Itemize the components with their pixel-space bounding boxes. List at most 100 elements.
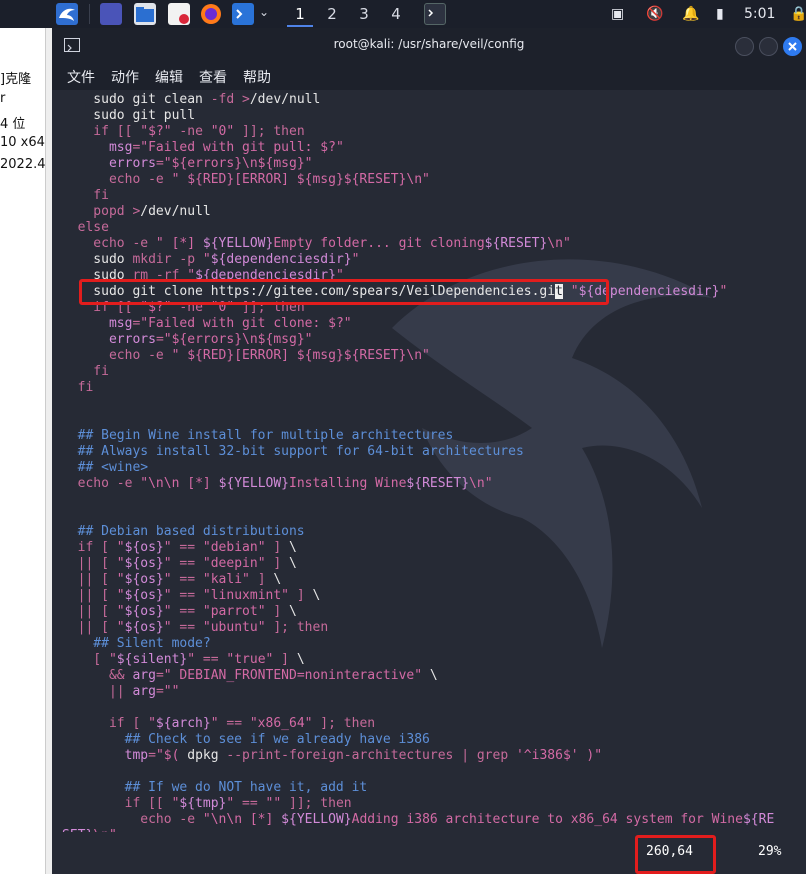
menu-file[interactable]: 文件 [67, 67, 95, 87]
code-token: --print-foreign-architectures | grep [226, 748, 516, 763]
code-token: " [108, 652, 117, 667]
lock-icon[interactable]: 🔒 [790, 3, 806, 25]
code-token: " [116, 572, 125, 587]
bell-icon[interactable]: 🔔 [682, 3, 699, 25]
code-token: == [218, 716, 250, 731]
code-line: echo -e "\n\n [*] ${YELLOW}Adding i386 a… [62, 812, 806, 828]
firefox-icon[interactable] [200, 3, 222, 25]
terminal-text-area[interactable]: sudo git clean -fd >/dev/null sudo git p… [62, 92, 806, 832]
code-line: fi [62, 188, 806, 204]
code-token: ## If we do NOT have it, add it [62, 780, 368, 795]
code-token: == [195, 652, 227, 667]
code-token: ] [249, 572, 274, 587]
left-text-line: r [0, 91, 6, 106]
code-token: || [ [62, 604, 117, 619]
terminal-launcher-icon[interactable] [232, 3, 254, 25]
workspace-2[interactable]: 2 [319, 3, 345, 25]
code-token: = [155, 668, 164, 683]
code-token: ${os} [124, 604, 164, 619]
code-token: " [163, 556, 172, 571]
code-token: " [210, 716, 219, 731]
code-token: if [ [62, 540, 117, 555]
desktop-icon[interactable] [100, 3, 122, 25]
chevron-down-icon[interactable]: ⌄ [259, 5, 269, 19]
code-token: " DEBIAN_FRONTEND=noninteractive" [163, 668, 423, 683]
cursor-position: 260,64 [646, 844, 693, 859]
terminal-window-task-icon[interactable] [424, 3, 446, 25]
code-token: msg [108, 316, 133, 331]
title-bar[interactable]: root@kali: /usr/share/veil/config [52, 28, 806, 62]
workspace-3[interactable]: 3 [351, 3, 377, 25]
code-token: "debian" [202, 540, 266, 555]
code-token: || [ [62, 556, 117, 571]
code-token: Adding i386 architecture to x86_64 syste… [351, 812, 743, 827]
code-line: || [ "${os}" == "ubuntu" ]; then [62, 620, 806, 636]
code-token: ${dependenciesdir} [210, 252, 352, 267]
code-token: ${RE [742, 812, 775, 827]
code-token: == [171, 588, 203, 603]
network-icon[interactable]: ▣ [611, 3, 624, 25]
code-token: "${errors}\n${msg}" [163, 156, 313, 171]
window-title: root@kali: /usr/share/veil/config [333, 37, 525, 51]
code-line: ## <wine> [62, 460, 806, 476]
menu-edit[interactable]: 编辑 [155, 67, 183, 87]
code-token: || [ [62, 572, 117, 587]
code-token: "kali" [202, 572, 250, 587]
code-token: ${RESET} [406, 476, 470, 491]
code-token: "ubuntu" [202, 620, 266, 635]
code-token: "linuxmint" [202, 588, 289, 603]
code-line: if [ "${os}" == "debian" ] \ [62, 540, 806, 556]
code-token: [ [62, 652, 109, 667]
mute-icon[interactable]: 🔇 [646, 3, 663, 25]
menu-view[interactable]: 查看 [199, 67, 227, 87]
code-line: echo -e " ${RED}[ERROR] ${msg}${RESET}\n… [62, 172, 806, 188]
clock[interactable]: 5:01 [744, 3, 775, 25]
code-line: if [[ "$?" -ne "0" ]]; then [62, 124, 806, 140]
code-token: == [171, 540, 203, 555]
code-token: echo -e [62, 476, 141, 491]
battery-icon[interactable]: ▮ [716, 3, 724, 25]
code-token: ${RESET} [484, 236, 548, 251]
code-line: [ "${silent}" == "true" ] \ [62, 652, 806, 668]
code-token: || [ [62, 588, 117, 603]
code-token: "x86_64" [249, 716, 313, 731]
code-token: \n" [547, 236, 571, 251]
code-token: == [171, 572, 203, 587]
workspace-1[interactable]: 1 [287, 3, 313, 27]
code-token: ${YELLOW} [281, 812, 352, 827]
code-line: ## If we do NOT have it, add it [62, 780, 806, 796]
code-line: msg="Failed with git pull: $?" [62, 140, 806, 156]
code-token: " [719, 284, 728, 299]
text-editor-icon[interactable] [168, 3, 190, 25]
highlight-box-clone-command [79, 279, 609, 305]
code-token: " [163, 604, 172, 619]
code-token: echo -e [62, 812, 203, 827]
kali-menu-icon[interactable] [56, 3, 78, 25]
maximize-button[interactable] [759, 37, 778, 56]
code-token: ] [289, 588, 313, 603]
scrollbar[interactable] [45, 28, 52, 874]
code-token: ] [265, 540, 290, 555]
code-line: || [ "${os}" == "parrot" ] \ [62, 604, 806, 620]
code-line: popd >/dev/null [62, 204, 806, 220]
code-token: /dev/null [140, 204, 211, 219]
code-token: > [242, 92, 250, 107]
terminal-window[interactable]: root@kali: /usr/share/veil/config 文件 动作 … [52, 28, 806, 874]
code-token: " [163, 540, 172, 555]
code-token: sudo [62, 252, 133, 267]
code-token: " [163, 620, 172, 635]
code-token: ${tmp} [179, 796, 227, 811]
code-line: echo -e " [*] ${YELLOW}Empty folder... g… [62, 236, 806, 252]
code-token: " [163, 572, 172, 587]
file-manager-icon[interactable] [134, 3, 156, 25]
menu-action[interactable]: 动作 [111, 67, 139, 87]
code-token: \ [273, 572, 282, 587]
menu-help[interactable]: 帮助 [243, 67, 271, 87]
code-token: " [148, 716, 156, 731]
close-button[interactable] [783, 37, 802, 56]
minimize-button[interactable] [735, 37, 754, 56]
workspace-4[interactable]: 4 [383, 3, 409, 25]
code-token: " [116, 556, 125, 571]
